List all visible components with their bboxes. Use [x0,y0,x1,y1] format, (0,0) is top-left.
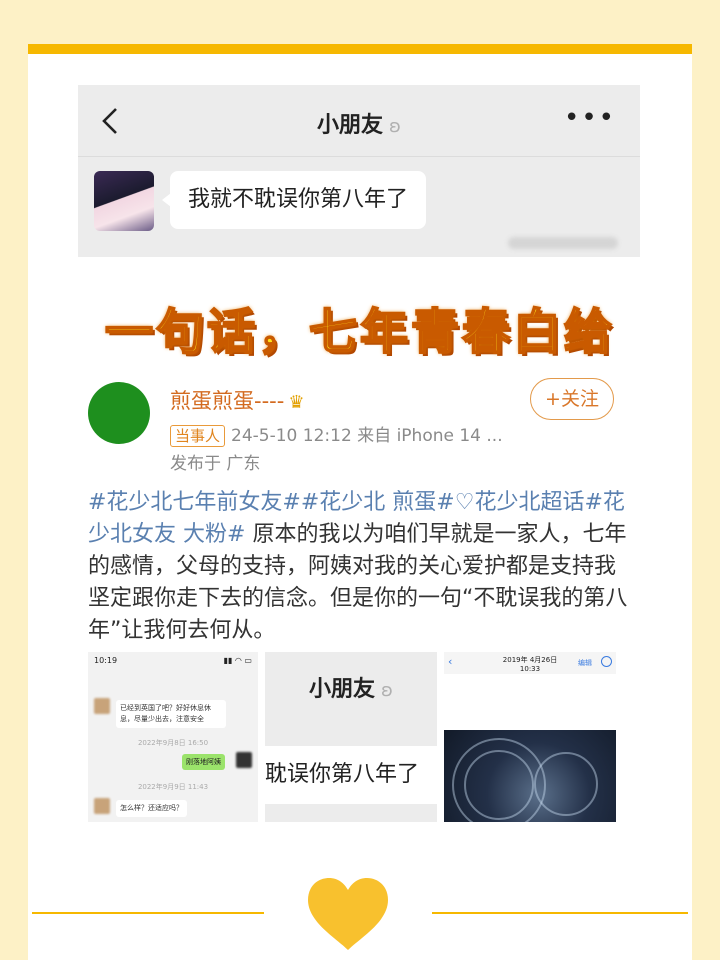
thumb2-message: 耽误你第八年了 [265,746,437,804]
footer-line-left [32,912,264,914]
crown-icon: ♛ [288,392,305,413]
more-icon[interactable]: ••• [564,103,616,133]
thumb1-time2: 2022年9月9日 11:43 [137,783,209,791]
thumb1-reply: 刚落地阿姨 [182,754,225,770]
thumb3-more-icon [601,656,612,667]
image-thumb-3[interactable]: ‹ 2019年 4月26日 10:33 编辑 [444,652,616,822]
thumb3-time-text: 10:33 [519,665,541,673]
ear-icon: ʚ [381,680,393,701]
thumb1-avatar-2 [94,798,110,814]
chat-title-text: 小朋友 [317,113,384,138]
thumb1-time1: 2022年9月8日 16:50 [137,739,209,747]
post-location: 发布于 广东 [170,454,261,474]
headline: 一句话，七年青春白给 [104,303,615,361]
chat-screenshot: 小朋友 ʚ ••• 我就不耽误你第八年了 [78,85,640,257]
thumb1-status-time: 10:19 [94,656,118,665]
heart-icon [308,878,388,950]
thumb2-title-text: 小朋友 [309,677,376,702]
top-accent-bar [28,44,692,54]
thumb1-avatar [94,698,110,714]
photo-ring [534,752,598,816]
post-meta-text: 24-5-10 12:12 来自 iPhone 14 ... [231,426,503,446]
thumb2-title: 小朋友 ʚ [265,652,437,728]
post-body: #花少北七年前女友##花少北 煎蛋#♡花少北超话#花少北女友 大粉# 原本的我以… [88,487,628,647]
thumb3-date-text: 2019年 4月26日 [502,656,558,664]
chat-header: 小朋友 ʚ ••• [78,85,640,157]
post-meta: 当事人 24-5-10 12:12 来自 iPhone 14 ... [170,421,503,447]
contact-avatar[interactable] [94,171,154,231]
thumb1-msg1: 已经到英国了吧？好好休息休息，尽量少出去，注意安全 [116,700,226,728]
image-thumb-2[interactable]: 小朋友 ʚ 耽误你第八年了 [265,652,437,822]
thumb3-header: ‹ 2019年 4月26日 10:33 编辑 [444,652,616,674]
username[interactable]: 煎蛋煎蛋---- ♛ [170,385,304,415]
thumb3-edit: 编辑 [578,659,592,667]
signal-wifi-battery-icon: ▮▮ ◠ ▭ [223,656,252,665]
role-badge: 当事人 [170,425,226,447]
image-thumb-1[interactable]: 10:19 ▮▮ ◠ ▭ 已经到英国了吧？好好休息休息，尽量少出去，注意安全 2… [88,652,258,822]
footer-line-right [432,912,688,914]
thumb1-self-avatar [236,752,252,768]
chat-title: 小朋友 ʚ [78,107,640,139]
follow-button[interactable]: +关注 [530,378,614,420]
ear-icon: ʚ [389,116,401,137]
thumb3-photo [444,730,616,822]
photo-ring [452,738,546,822]
username-text: 煎蛋煎蛋---- [170,389,285,413]
blurred-text [508,237,618,249]
thumb1-msg2: 怎么样？还适应吗？ [116,800,187,817]
message-bubble: 我就不耽误你第八年了 [161,171,427,229]
user-avatar[interactable] [88,382,150,444]
